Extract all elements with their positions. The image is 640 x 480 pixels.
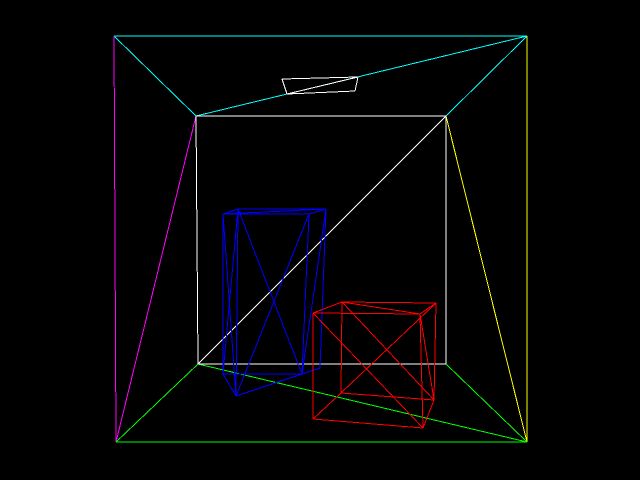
scene-background (0, 0, 640, 480)
wireframe-scene (0, 0, 640, 480)
render-viewport (0, 0, 640, 480)
